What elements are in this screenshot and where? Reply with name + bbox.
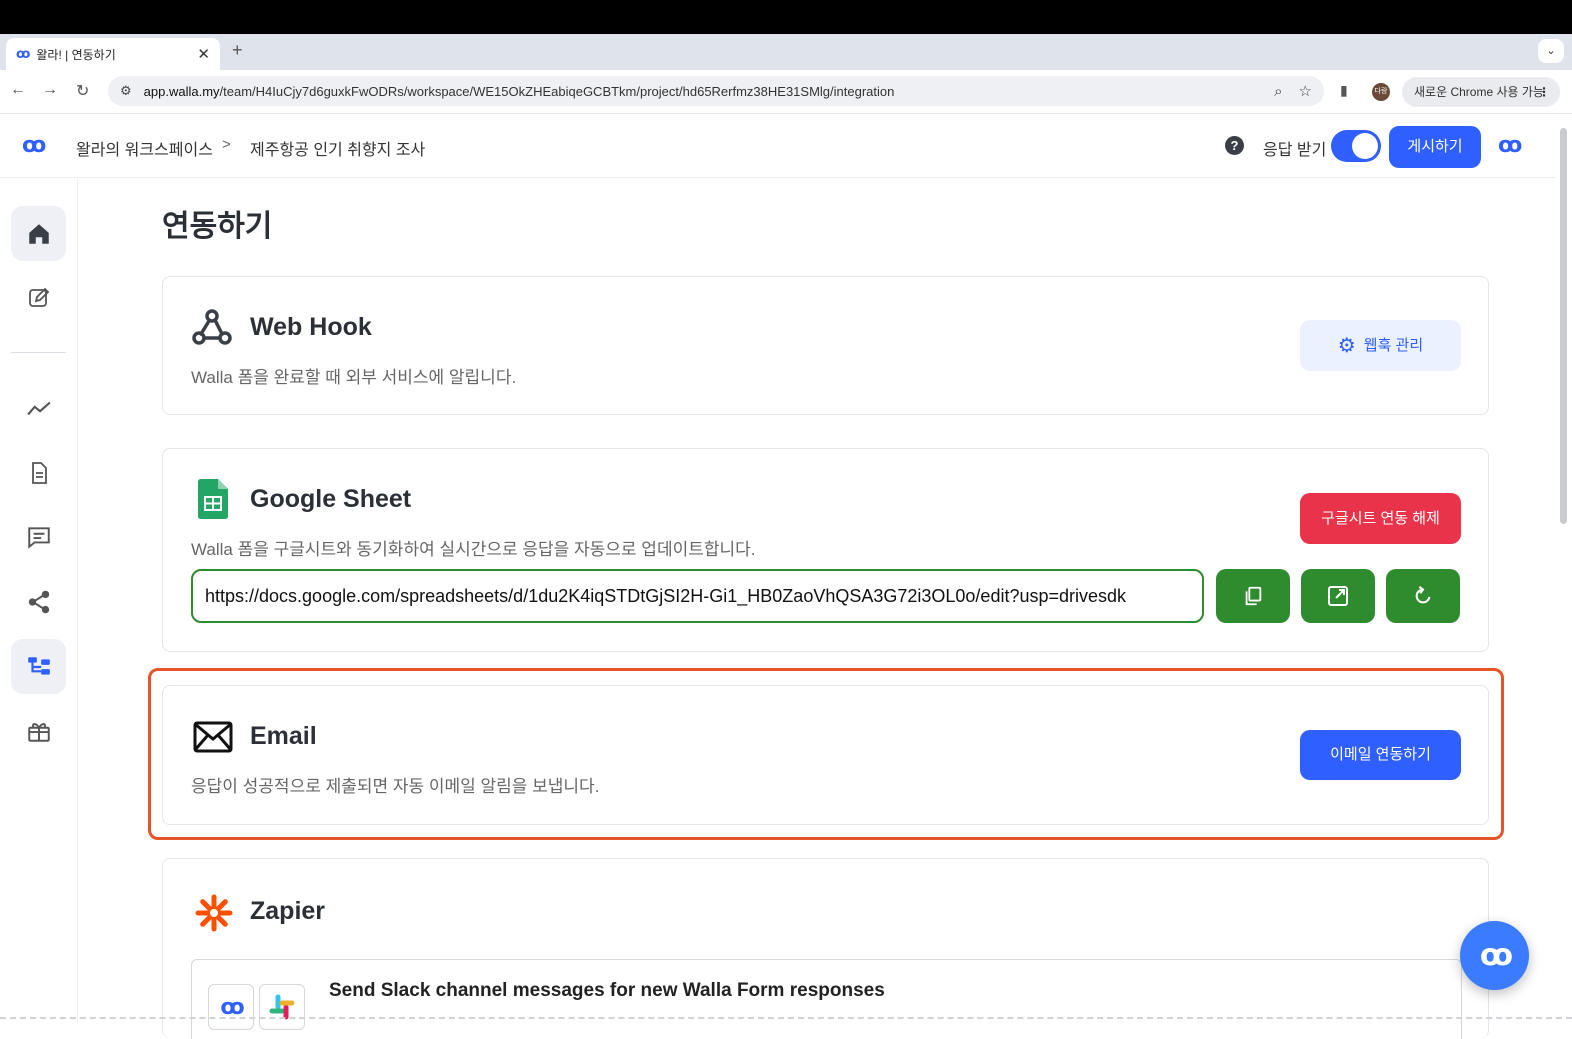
gift-icon[interactable] [11,703,66,758]
back-icon[interactable]: ← [10,81,26,99]
home-icon[interactable] [11,206,66,261]
walla-app-icon: ꝏ [208,984,254,1030]
edit-icon[interactable] [11,270,66,325]
google-sheet-description: Walla 폼을 구글시트와 동기화하여 실시간으로 응답을 자동으로 업데이트… [191,540,756,559]
breadcrumb-separator: > [222,136,231,153]
google-sheet-title: Google Sheet [250,485,412,513]
copy-url-button[interactable] [1216,569,1290,623]
gear-icon: ⚙ [1337,335,1356,357]
site-settings-icon[interactable]: ⚙ [120,83,132,99]
user-avatar[interactable]: ꝏ [1498,132,1522,158]
webhook-description: Walla 폼을 완료할 때 외부 서비스에 알립니다. [191,368,517,387]
refresh-sync-button[interactable] [1386,569,1460,623]
integration-icon[interactable] [11,639,66,694]
analytics-icon[interactable] [11,381,66,436]
document-icon[interactable] [11,445,66,500]
browser-tab[interactable]: ꝏ 왈라! | 연동하기 ✕ [6,38,220,70]
browser-tab-strip: ꝏ 왈라! | 연동하기 ✕ + ⌄ [0,34,1572,70]
manage-webhook-button[interactable]: ⚙ 웹훅 관리 [1300,320,1461,371]
publish-button[interactable]: 게시하기 [1389,126,1481,168]
address-bar[interactable]: ⚙ app.walla.my/team/H4IuCjy7d6guxkFwODRs… [108,76,1324,106]
slack-icon [259,984,305,1030]
sheet-url-field[interactable]: https://docs.google.com/spreadsheets/d/1… [191,569,1204,623]
screen-top-bar [0,0,1572,34]
page-title: 연동하기 [162,210,273,243]
webhook-icon [191,307,233,352]
sidebar [0,178,78,1022]
manage-webhook-label: 웹훅 관리 [1363,337,1424,354]
reload-icon[interactable]: ↻ [76,81,89,101]
chrome-update-label: 새로운 Chrome 사용 가능 [1414,85,1544,99]
response-toggle[interactable] [1331,130,1381,162]
sidebar-divider [11,352,66,353]
help-icon[interactable]: ? [1225,136,1244,155]
google-sheet-card: Google Sheet Walla 폼을 구글시트와 동기화하여 실시간으로 … [162,448,1489,652]
new-tab-button[interactable]: + [232,40,243,61]
walla-favicon-icon: ꝏ [16,46,31,61]
page-cut-line [0,1017,1572,1019]
chat-launcher-button[interactable]: ꝏ [1460,921,1529,990]
zapier-icon [195,894,233,937]
open-sheet-button[interactable] [1301,569,1375,623]
refresh-icon [1415,586,1431,604]
zap-template-title: Send Slack channel messages for new Wall… [329,980,885,1001]
scrollbar-thumb[interactable] [1560,128,1567,524]
chrome-update-button[interactable]: 새로운 Chrome 사용 가능 ⋮ [1402,77,1560,107]
browser-toolbar: ← → ↻ ⚙ app.walla.my/team/H4IuCjy7d6guxk… [0,70,1572,114]
url-text[interactable]: app.walla.my/team/H4IuCjy7d6guxkFwODRs/w… [144,84,1258,99]
chrome-menu-icon[interactable]: ⋮ [1538,77,1550,107]
toggle-knob [1352,133,1378,159]
page-scrollbar[interactable] [1556,114,1572,1022]
share-icon[interactable] [11,574,66,629]
response-toggle-label: 응답 받기 [1263,142,1327,159]
profile-avatar[interactable]: 다랑 [1372,83,1390,101]
unlink-google-sheet-button[interactable]: 구글시트 연동 해제 [1300,493,1461,544]
zapier-card: Zapier ꝏ Send Slack channel messages for… [162,858,1489,1039]
zap-template-item[interactable]: ꝏ Send Slack channel messages for new Wa… [191,959,1462,1039]
breadcrumb-project[interactable]: 제주항공 인기 취향지 조사 [250,136,425,160]
copy-icon [1245,586,1262,606]
tab-search-chevron-icon[interactable]: ⌄ [1538,39,1564,63]
zoom-icon[interactable]: ⌕ [1274,83,1282,100]
webhook-card: Web Hook Walla 폼을 완료할 때 외부 서비스에 알립니다. ⚙ 웹… [162,276,1489,415]
close-tab-icon[interactable]: ✕ [197,45,210,63]
app-header: ꝏ 왈라의 워크스페이스 > 제주항공 인기 취향지 조사 ? 응답 받기 게시… [0,114,1556,178]
google-sheets-icon [198,479,228,524]
responses-icon[interactable] [11,509,66,564]
tab-title: 왈라! | 연동하기 [36,47,116,62]
external-link-icon [1328,586,1348,606]
bookmark-star-icon[interactable]: ☆ [1299,82,1312,100]
breadcrumb-workspace[interactable]: 왈라의 워크스페이스 [76,136,213,160]
email-highlight-box [148,668,1504,840]
walla-logo[interactable]: ꝏ [22,132,46,158]
forward-icon[interactable]: → [42,81,58,99]
webhook-title: Web Hook [250,313,372,341]
zapier-title: Zapier [250,897,326,925]
side-panel-icon[interactable]: ▮ [1340,82,1348,99]
